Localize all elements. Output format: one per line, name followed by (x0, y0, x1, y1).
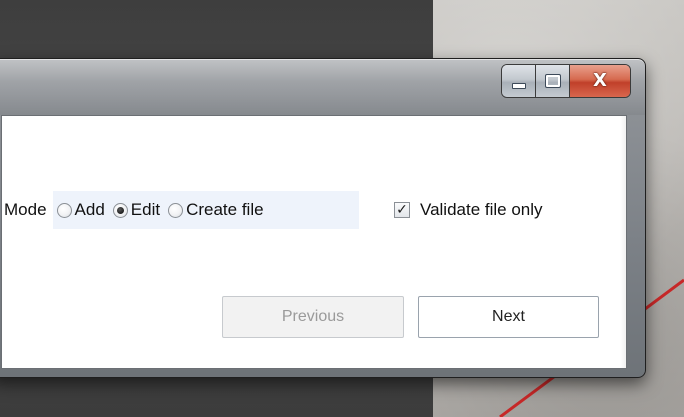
radio-add[interactable]: Add (56, 200, 105, 220)
maximize-icon (544, 74, 561, 88)
next-button[interactable]: Next (418, 296, 599, 338)
client-area: Mode Add Edit Create file ✓ Validate fil… (1, 115, 627, 369)
radio-add-label: Add (74, 200, 105, 219)
maximize-button[interactable] (536, 65, 570, 97)
radio-add-circle[interactable] (56, 202, 72, 218)
close-icon: X (593, 70, 607, 91)
dialog-window: X Mode Add Edit Create file ✓ Validate f… (0, 58, 646, 378)
radio-create-file-circle[interactable] (168, 202, 184, 218)
radio-edit-circle[interactable] (112, 202, 128, 218)
radio-edit-label: Edit (130, 200, 161, 219)
minimize-icon (511, 83, 526, 89)
validate-file-only-label: Validate file only (420, 200, 543, 219)
mode-radio-group: Add Edit Create file (52, 191, 359, 229)
close-button[interactable]: X (570, 65, 630, 97)
previous-button[interactable]: Previous (222, 296, 404, 338)
minimize-button[interactable] (502, 65, 536, 97)
client-right-edge (620, 116, 626, 368)
radio-selected-dot (116, 206, 124, 214)
validate-file-only-checkbox[interactable]: ✓ Validate file only (394, 200, 543, 220)
checkmark-icon: ✓ (396, 202, 408, 218)
mode-label: Mode (4, 200, 47, 219)
caption-buttons: X (501, 64, 631, 98)
mode-row: Mode Add Edit Create file (2, 190, 359, 230)
checkbox-box[interactable]: ✓ (394, 202, 410, 218)
radio-edit[interactable]: Edit (112, 200, 161, 220)
radio-create-file-label: Create file (186, 200, 264, 219)
radio-create-file[interactable]: Create file (168, 200, 264, 220)
screen: X Mode Add Edit Create file ✓ Validate f… (0, 0, 684, 417)
